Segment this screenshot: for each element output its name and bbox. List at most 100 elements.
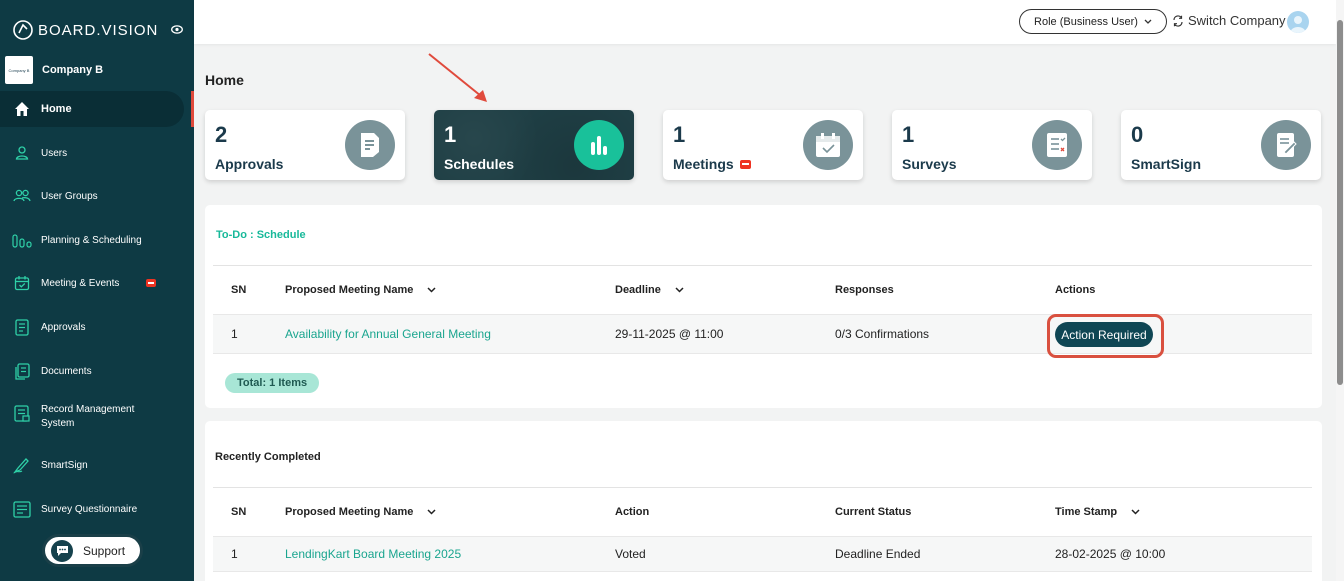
col-deadline-label: Deadline	[615, 283, 661, 296]
card-label-text: Surveys	[902, 156, 957, 172]
sidebar-item-documents[interactable]: Documents	[0, 360, 194, 382]
col-name[interactable]: Proposed Meeting Name	[285, 266, 436, 313]
todo-title: To-Do : Schedule	[216, 229, 306, 241]
card-smartsign[interactable]: 0 SmartSign	[1121, 110, 1321, 180]
sidebar-item-approvals[interactable]: Approvals	[0, 316, 194, 338]
card-meetings[interactable]: 1 Meetings	[663, 110, 863, 180]
card-label-text: Approvals	[215, 156, 284, 172]
sidebar-item-planning[interactable]: Planning & Scheduling	[0, 229, 194, 251]
planning-icon	[12, 230, 32, 250]
active-indicator	[191, 91, 194, 127]
row-action: Voted	[615, 547, 646, 561]
role-label: Role (Business User)	[1034, 15, 1138, 28]
sidebar-item-user-groups[interactable]: User Groups	[0, 185, 194, 207]
company-selector[interactable]: Company B Company B	[5, 56, 103, 84]
app-logo[interactable]: BOARD.VISION	[12, 19, 158, 41]
card-label: Approvals	[215, 156, 283, 172]
card-label: Schedules	[444, 156, 514, 172]
col-name[interactable]: Proposed Meeting Name	[285, 488, 436, 535]
col-sn: SN	[231, 283, 247, 296]
todo-table-header: SN Proposed Meeting Name Deadline Respon…	[213, 265, 1312, 313]
sidebar-item-label: Home	[41, 103, 72, 115]
record-icon	[12, 403, 32, 423]
card-schedules[interactable]: 1 Schedules	[434, 110, 634, 180]
col-timestamp-label: Time Stamp	[1055, 505, 1118, 518]
message-badge-icon	[739, 159, 751, 169]
sidebar-item-label: SmartSign	[41, 459, 88, 471]
app-logo-text: BOARD.VISION	[38, 21, 159, 39]
sidebar-item-label: User Groups	[41, 190, 98, 202]
calendar-icon	[12, 273, 32, 293]
sidebar-item-survey[interactable]: Survey Questionnaire	[0, 498, 194, 520]
sidebar-item-label: Approvals	[41, 321, 86, 333]
approvals-doc-icon	[345, 120, 395, 170]
sidebar-item-record-management[interactable]: Record Management System	[0, 403, 194, 433]
col-responses: Responses	[835, 283, 894, 296]
row-deadline: 29-11-2025 @ 11:00	[615, 327, 724, 341]
completed-panel: Recently Completed SN Proposed Meeting N…	[205, 421, 1322, 581]
sidebar-item-smartsign[interactable]: SmartSign	[0, 454, 194, 476]
col-deadline[interactable]: Deadline	[615, 266, 684, 313]
sort-chevron-icon	[1131, 508, 1140, 515]
smartsign-icon	[12, 455, 32, 475]
row-status: Deadline Ended	[835, 547, 921, 561]
card-label-text: Meetings	[673, 156, 734, 172]
table-row: 1 LendingKart Board Meeting 2025 Voted D…	[213, 536, 1312, 572]
card-count: 2	[215, 122, 228, 147]
completed-title: Recently Completed	[215, 451, 321, 463]
board-vision-logo-icon	[13, 20, 33, 40]
sidebar-item-home[interactable]: Home	[0, 91, 184, 127]
sort-chevron-icon	[427, 286, 436, 293]
scrollbar-thumb[interactable]	[1337, 20, 1343, 385]
action-required-button[interactable]: Action Required	[1055, 322, 1153, 347]
col-actions: Actions	[1055, 283, 1096, 296]
support-label: Support	[83, 543, 126, 558]
survey-icon	[12, 499, 32, 519]
top-bar: Role (Business User) Switch Company	[194, 0, 1336, 44]
col-status: Current Status	[835, 505, 912, 518]
total-badge: Total: 1 Items	[225, 373, 320, 393]
switch-company-button[interactable]: Switch Company	[1172, 13, 1286, 28]
sidebar-item-label: Planning & Scheduling	[41, 234, 142, 246]
home-icon	[12, 99, 32, 119]
col-name-label: Proposed Meeting Name	[285, 283, 414, 296]
message-badge-icon	[146, 279, 157, 287]
card-label: Surveys	[902, 156, 956, 172]
chevron-down-icon	[1144, 19, 1152, 24]
col-timestamp[interactable]: Time Stamp	[1055, 488, 1140, 535]
support-button[interactable]: Support	[42, 534, 143, 567]
row-sn: 1	[231, 327, 238, 341]
sign-doc-icon	[1261, 120, 1311, 170]
card-label-text: SmartSign	[1131, 156, 1202, 172]
survey-list-icon	[1032, 120, 1082, 170]
chat-icon	[51, 539, 73, 562]
sidebar: BOARD.VISION Company B Company B Home Us…	[0, 0, 194, 581]
meeting-name-link[interactable]: Availability for Annual General Meeting	[285, 315, 491, 353]
card-surveys[interactable]: 1 Surveys	[892, 110, 1092, 180]
annotation-arrow	[428, 53, 487, 102]
page-title: Home	[205, 72, 244, 88]
meeting-name-link[interactable]: LendingKart Board Meeting 2025	[285, 537, 461, 571]
sidebar-item-label: Documents	[41, 365, 92, 377]
user-avatar[interactable]	[1287, 11, 1309, 33]
eye-toggle-icon[interactable]	[171, 25, 183, 34]
card-label: SmartSign	[1131, 156, 1201, 172]
card-label-text: Schedules	[444, 156, 515, 172]
sidebar-item-label: Meeting & Events	[41, 277, 120, 289]
bar-chart-icon	[574, 120, 624, 170]
todo-panel: To-Do : Schedule SN Proposed Meeting Nam…	[205, 205, 1322, 408]
table-row: 1 Availability for Annual General Meetin…	[213, 314, 1312, 358]
card-count: 1	[902, 122, 915, 147]
card-approvals[interactable]: 2 Approvals	[205, 110, 405, 180]
approval-icon	[12, 317, 32, 337]
col-name-label: Proposed Meeting Name	[285, 505, 414, 518]
sidebar-item-meeting-events[interactable]: Meeting & Events	[0, 272, 194, 294]
role-dropdown[interactable]: Role (Business User)	[1019, 9, 1167, 34]
col-sn: SN	[231, 505, 247, 518]
col-action: Action	[615, 505, 650, 518]
sidebar-item-users[interactable]: Users	[0, 142, 194, 164]
card-count: 1	[444, 122, 457, 147]
card-count: 1	[673, 122, 686, 147]
company-logo: Company B	[5, 56, 33, 84]
switch-company-label: Switch Company	[1188, 13, 1286, 28]
